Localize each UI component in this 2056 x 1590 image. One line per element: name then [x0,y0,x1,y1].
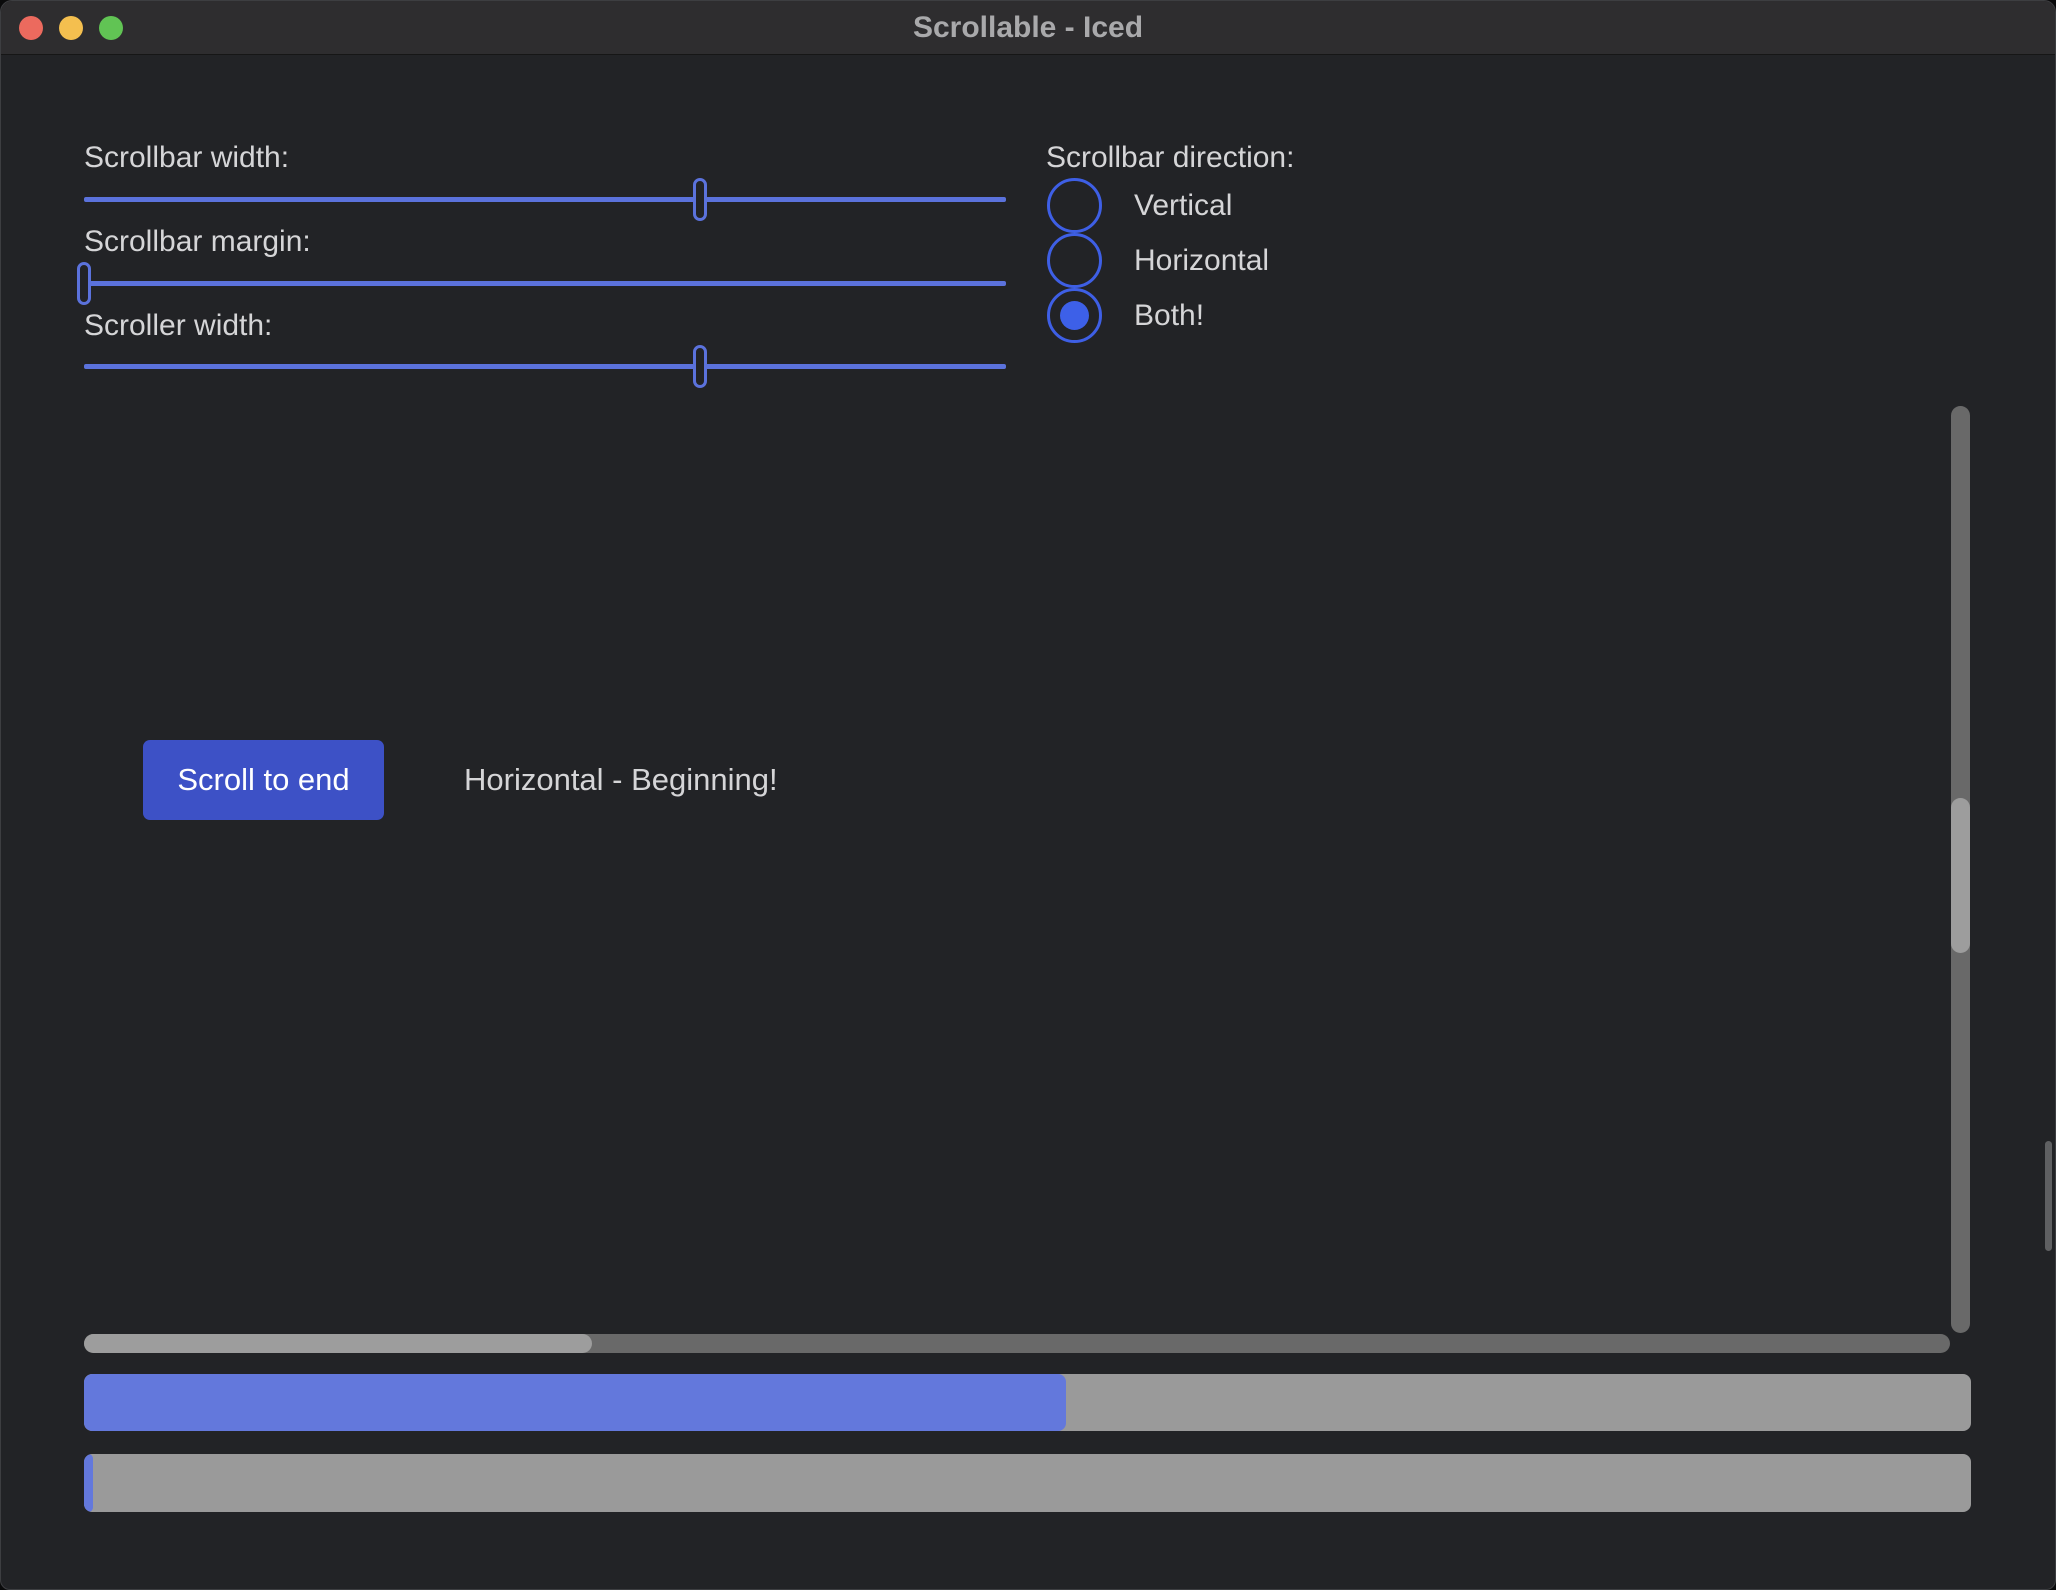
slider-rail [84,364,1006,369]
window-edge-scrollbar-thumb[interactable] [2045,1141,2052,1251]
scrollbar-width-label: Scrollbar width: [84,138,289,178]
radio-vertical-label[interactable]: Vertical [1134,186,1232,226]
slider-handle[interactable] [77,262,91,305]
scrollbar-direction-label: Scrollbar direction: [1046,138,1294,178]
vertical-scroller[interactable] [1951,798,1970,953]
radio-horizontal[interactable] [1047,233,1102,288]
radio-both-label[interactable]: Both! [1134,296,1204,336]
screen: Scrollable - Iced Scrollbar width: Scrol… [0,0,2056,1590]
radio-dot [1060,301,1089,330]
progress-fill [84,1454,93,1512]
scroller-width-label: Scroller width: [84,306,272,346]
scroller-width-slider[interactable] [84,345,1006,388]
vertical-progress-bar [84,1454,1971,1512]
window-title: Scrollable - Iced [1,1,2055,55]
scrollbar-margin-label: Scrollbar margin: [84,222,311,262]
radio-horizontal-label[interactable]: Horizontal [1134,241,1269,281]
horizontal-scrollbar[interactable] [84,1334,1950,1353]
radio-vertical[interactable] [1047,178,1102,233]
titlebar: Scrollable - Iced [1,1,2055,55]
progress-fill [84,1374,1066,1431]
scrollbar-margin-slider[interactable] [84,262,1006,305]
slider-handle[interactable] [693,178,707,221]
horizontal-progress-bar [84,1374,1971,1431]
vertical-scrollbar[interactable] [1951,406,1970,1333]
slider-rail [84,281,1006,286]
radio-both[interactable] [1047,288,1102,343]
horizontal-scroller[interactable] [84,1334,592,1353]
scroll-status-text: Horizontal - Beginning! [464,760,778,800]
slider-handle[interactable] [693,345,707,388]
scrollbar-width-slider[interactable] [84,178,1006,221]
scroll-to-end-button[interactable]: Scroll to end [143,740,384,820]
app-window: Scrollable - Iced Scrollbar width: Scrol… [0,0,2056,1590]
slider-rail [84,197,1006,202]
